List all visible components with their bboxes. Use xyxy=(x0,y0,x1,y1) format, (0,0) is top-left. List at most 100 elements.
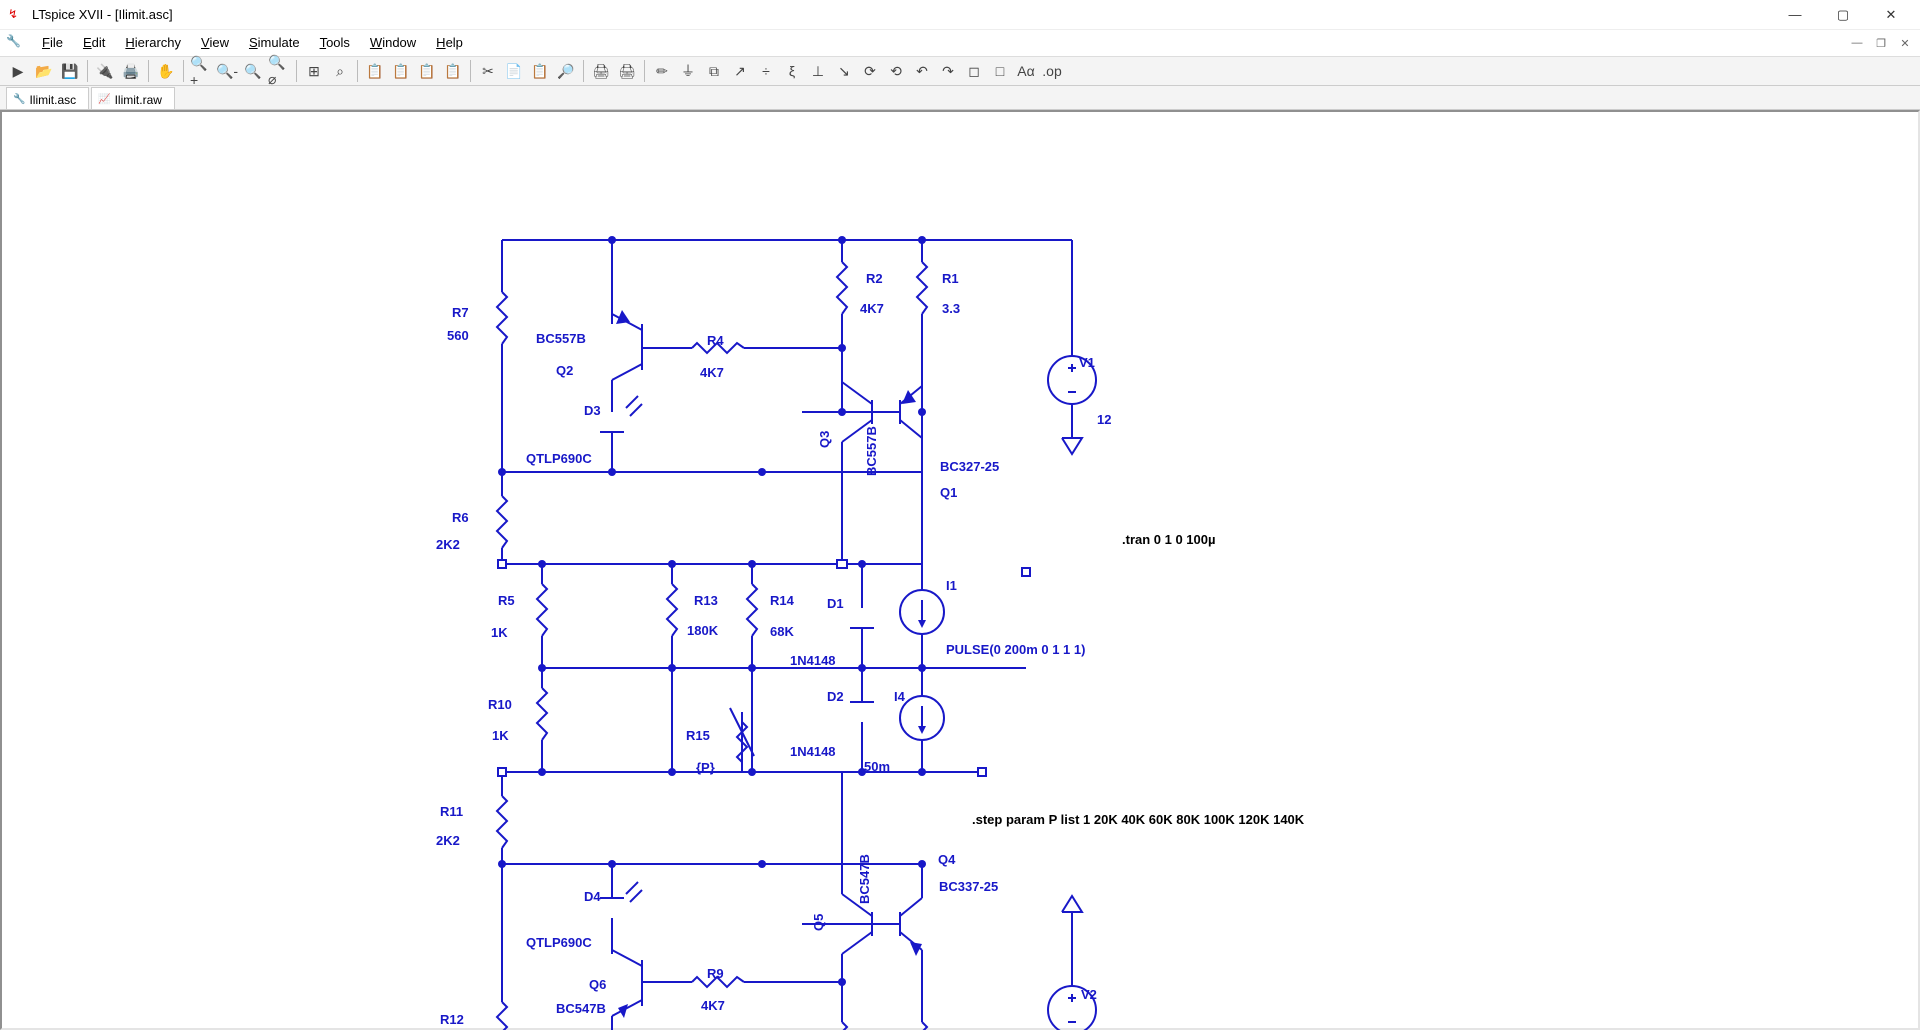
label-Q3n[interactable]: Q3 xyxy=(817,431,832,448)
toolbar-button-20[interactable]: 📋 xyxy=(441,59,465,83)
toolbar-button-23[interactable]: 📄 xyxy=(502,59,526,83)
toolbar-button-22[interactable]: ✂ xyxy=(476,59,500,83)
label-R1v[interactable]: 3.3 xyxy=(942,301,960,316)
label-R5v[interactable]: 1K xyxy=(491,625,508,640)
toolbar-button-45[interactable]: .op xyxy=(1040,59,1064,83)
maximize-button[interactable]: ▢ xyxy=(1830,7,1856,23)
label-Q3m[interactable]: BC557B xyxy=(864,426,879,476)
tab-ilimit-raw[interactable]: 📈Ilimit.raw xyxy=(91,87,175,109)
label-R11v[interactable]: 2K2 xyxy=(436,833,460,848)
label-R13v[interactable]: 180K xyxy=(687,623,718,638)
toolbar-button-28[interactable]: 🖨 xyxy=(615,59,639,83)
toolbar-button-24[interactable]: 📋 xyxy=(528,59,552,83)
label-D4m[interactable]: QTLP690C xyxy=(526,935,592,950)
label-V1n[interactable]: V1 xyxy=(1079,355,1095,370)
menu-edit[interactable]: Edit xyxy=(73,32,115,53)
label-R14v[interactable]: 68K xyxy=(770,624,794,639)
toolbar-button-4[interactable]: 🔌 xyxy=(93,59,117,83)
label-Q2m[interactable]: BC557B xyxy=(536,331,586,346)
toolbar-button-39[interactable]: ⟲ xyxy=(884,59,908,83)
toolbar-button-18[interactable]: 📋 xyxy=(389,59,413,83)
toolbar-button-34[interactable]: ÷ xyxy=(754,59,778,83)
menu-hierarchy[interactable]: Hierarchy xyxy=(115,32,191,53)
label-I4v[interactable]: 50m xyxy=(864,759,890,774)
label-R9v[interactable]: 4K7 xyxy=(701,998,725,1013)
toolbar-button-0[interactable]: ▶ xyxy=(6,59,30,83)
toolbar-button-43[interactable]: □ xyxy=(988,59,1012,83)
toolbar-button-37[interactable]: ↘ xyxy=(832,59,856,83)
label-Q6n[interactable]: Q6 xyxy=(589,977,606,992)
label-Q4m[interactable]: BC337-25 xyxy=(939,879,998,894)
label-D1n[interactable]: D1 xyxy=(827,596,844,611)
label-R10v[interactable]: 1K xyxy=(492,728,509,743)
label-D1m[interactable]: 1N4148 xyxy=(790,653,836,668)
mdi-restore-button[interactable]: ❐ xyxy=(1872,37,1890,50)
label-R11n[interactable]: R11 xyxy=(440,804,463,819)
label-R12n[interactable]: R12 xyxy=(440,1012,464,1027)
label-Q6m[interactable]: BC547B xyxy=(556,1001,606,1016)
toolbar-button-36[interactable]: ⊥ xyxy=(806,59,830,83)
label-D3n[interactable]: D3 xyxy=(584,403,601,418)
toolbar-button-10[interactable]: 🔍- xyxy=(215,59,239,83)
toolbar-button-14[interactable]: ⊞ xyxy=(302,59,326,83)
toolbar-button-44[interactable]: Aα xyxy=(1014,59,1038,83)
label-V2n[interactable]: V2 xyxy=(1081,987,1097,1002)
toolbar-button-38[interactable]: ⟳ xyxy=(858,59,882,83)
label-R9n[interactable]: R9 xyxy=(707,966,724,981)
label-R2v[interactable]: 4K7 xyxy=(860,301,884,316)
menu-tools[interactable]: Tools xyxy=(310,32,360,53)
mdi-close-button[interactable]: ✕ xyxy=(1896,37,1914,50)
close-button[interactable]: ✕ xyxy=(1878,7,1904,23)
label-D3m[interactable]: QTLP690C xyxy=(526,451,592,466)
toolbar-button-2[interactable]: 💾 xyxy=(58,59,82,83)
label-R7v[interactable]: 560 xyxy=(447,328,469,343)
mdi-minimize-button[interactable]: — xyxy=(1848,37,1866,50)
schematic-canvas[interactable]: .tran 0 1 0 100µ .step param P list 1 20… xyxy=(0,110,1920,1030)
toolbar-button-19[interactable]: 📋 xyxy=(415,59,439,83)
toolbar-button-41[interactable]: ↷ xyxy=(936,59,960,83)
label-I1n[interactable]: I1 xyxy=(946,578,957,593)
label-R10n[interactable]: R10 xyxy=(488,697,512,712)
label-D4n[interactable]: D4 xyxy=(584,889,601,904)
label-D2n[interactable]: D2 xyxy=(827,689,844,704)
label-R4n[interactable]: R4 xyxy=(707,333,724,348)
toolbar-button-1[interactable]: 📂 xyxy=(32,59,56,83)
toolbar-button-15[interactable]: ⌕ xyxy=(328,59,352,83)
label-V1v[interactable]: 12 xyxy=(1097,412,1111,427)
toolbar-button-32[interactable]: ⧉ xyxy=(702,59,726,83)
toolbar-button-9[interactable]: 🔍+ xyxy=(189,59,213,83)
toolbar-button-35[interactable]: ξ xyxy=(780,59,804,83)
directive-step[interactable]: .step param P list 1 20K 40K 60K 80K 100… xyxy=(972,812,1304,827)
label-R6n[interactable]: R6 xyxy=(452,510,469,525)
label-R2n[interactable]: R2 xyxy=(866,271,883,286)
toolbar-button-27[interactable]: 🖨 xyxy=(589,59,613,83)
label-Q5n[interactable]: Q5 xyxy=(811,914,826,931)
menu-window[interactable]: Window xyxy=(360,32,426,53)
toolbar-button-17[interactable]: 📋 xyxy=(363,59,387,83)
label-I1v[interactable]: PULSE(0 200m 0 1 1 1) xyxy=(946,642,1085,657)
label-R7n[interactable]: R7 xyxy=(452,305,469,320)
label-Q4n[interactable]: Q4 xyxy=(938,852,955,867)
toolbar-button-7[interactable]: ✋ xyxy=(154,59,178,83)
toolbar-button-30[interactable]: ✏ xyxy=(650,59,674,83)
tab-ilimit-asc[interactable]: 🔧Ilimit.asc xyxy=(6,87,89,109)
label-R15n[interactable]: R15 xyxy=(686,728,710,743)
toolbar-button-33[interactable]: ↗ xyxy=(728,59,752,83)
toolbar-button-11[interactable]: 🔍 xyxy=(241,59,265,83)
menu-view[interactable]: View xyxy=(191,32,239,53)
toolbar-button-5[interactable]: 🖨️ xyxy=(119,59,143,83)
toolbar-button-42[interactable]: ◻ xyxy=(962,59,986,83)
label-R4v[interactable]: 4K7 xyxy=(700,365,724,380)
label-R6v[interactable]: 2K2 xyxy=(436,537,460,552)
label-R1n[interactable]: R1 xyxy=(942,271,959,286)
toolbar-button-12[interactable]: 🔍⌀ xyxy=(267,59,291,83)
label-Q1n[interactable]: Q1 xyxy=(940,485,957,500)
menu-help[interactable]: Help xyxy=(426,32,473,53)
label-I4n[interactable]: I4 xyxy=(894,689,905,704)
label-Q5m[interactable]: BC547B xyxy=(857,854,872,904)
label-R5n[interactable]: R5 xyxy=(498,593,515,608)
directive-tran[interactable]: .tran 0 1 0 100µ xyxy=(1122,532,1216,547)
label-Q1m[interactable]: BC327-25 xyxy=(940,459,999,474)
minimize-button[interactable]: — xyxy=(1782,7,1808,23)
menu-simulate[interactable]: Simulate xyxy=(239,32,310,53)
